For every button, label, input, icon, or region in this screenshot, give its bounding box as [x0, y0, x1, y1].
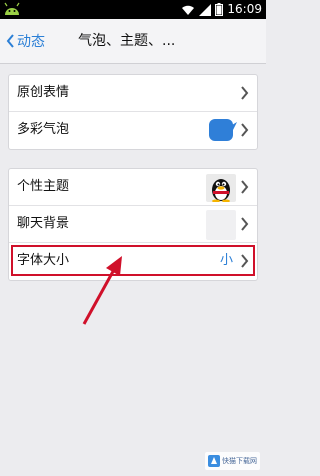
row-font-size[interactable]: 字体大小 小: [9, 243, 257, 280]
row-label: 聊天背景: [17, 216, 70, 231]
status-time: 16:09: [227, 2, 262, 16]
watermark: 快猫下载网: [205, 452, 260, 470]
navigation-bar: 动态 气泡、主题、...: [0, 19, 266, 64]
status-bar: 16:09: [0, 0, 266, 19]
row-label: 多彩气泡: [17, 122, 70, 137]
theme-thumbnail: [206, 174, 236, 202]
signal-icon: [199, 3, 212, 16]
background-thumbnail: [206, 210, 236, 240]
row-personal-theme[interactable]: 个性主题: [9, 169, 257, 206]
page-title: 气泡、主题、...: [78, 33, 176, 49]
back-button[interactable]: 动态: [6, 30, 45, 52]
chevron-right-icon: [241, 254, 249, 268]
font-size-value: 小: [219, 253, 233, 268]
row-chat-background[interactable]: 聊天背景: [9, 206, 257, 243]
chevron-right-icon: [241, 123, 249, 137]
row-colorful-bubble[interactable]: 多彩气泡: [9, 112, 257, 149]
chevron-right-icon: [241, 217, 249, 231]
watermark-text: 快猫下载网: [222, 457, 257, 465]
row-label: 个性主题: [17, 179, 70, 194]
watermark-logo-icon: [208, 455, 220, 467]
chevron-right-icon: [241, 86, 249, 100]
battery-icon: [215, 3, 224, 16]
wifi-icon: [182, 5, 195, 15]
row-label: 字体大小: [17, 253, 70, 268]
row-label: 原创表情: [17, 85, 70, 100]
settings-group-2: 个性主题 聊天背景 字体大小 小: [8, 168, 258, 281]
chat-bubble-icon: [209, 119, 237, 141]
settings-group-1: 原创表情 多彩气泡: [8, 74, 258, 150]
android-icon: [4, 2, 20, 15]
chevron-right-icon: [241, 180, 249, 194]
chevron-left-icon: [6, 34, 14, 48]
row-original-emoji[interactable]: 原创表情: [9, 75, 257, 112]
pointer-arrow-icon: [82, 256, 122, 325]
qq-penguin-icon: [212, 179, 230, 202]
back-label: 动态: [17, 34, 45, 50]
